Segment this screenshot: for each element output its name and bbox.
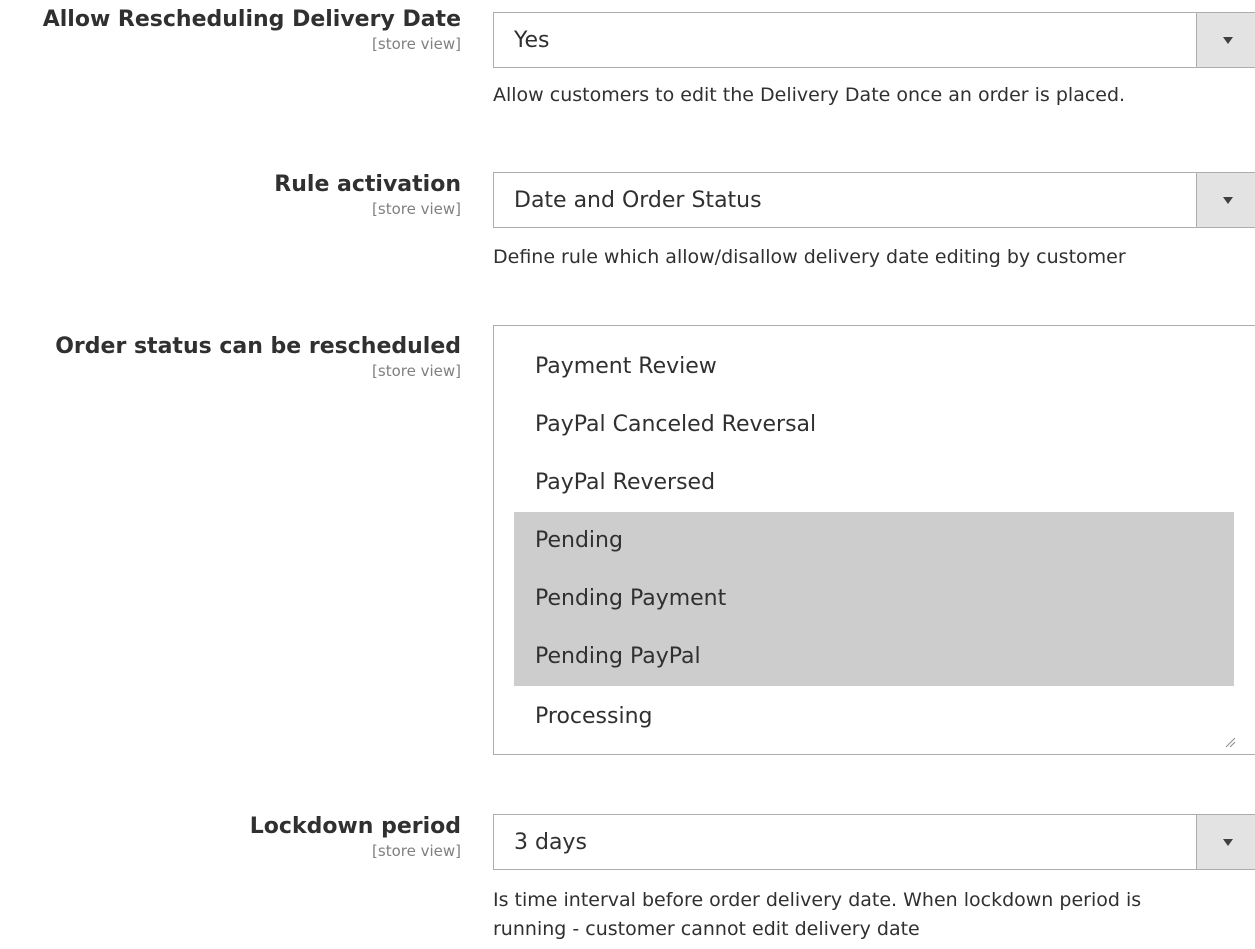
field-label: Rule activation: [274, 172, 461, 197]
field-note-line-2: running - customer cannot edit delivery …: [493, 918, 920, 940]
resize-handle-icon[interactable]: [1224, 736, 1236, 748]
field-label-group: Allow Rescheduling Delivery Date [store …: [43, 6, 461, 54]
multiselect-option[interactable]: Payment Review: [514, 338, 1234, 396]
multiselect-option-selected[interactable]: Pending Payment: [514, 570, 1234, 628]
order-status-multiselect[interactable]: Payment Review PayPal Canceled Reversal …: [493, 325, 1255, 755]
select-value: Date and Order Status: [514, 188, 762, 213]
multiselect-option-selected[interactable]: Pending PayPal: [514, 628, 1234, 686]
scope-label: [store view]: [372, 200, 461, 218]
lockdown-period-select[interactable]: 3 days: [493, 814, 1255, 870]
select-value: 3 days: [514, 830, 587, 855]
field-note: Allow customers to edit the Delivery Dat…: [493, 84, 1126, 106]
field-label-group: Order status can be rescheduled [store v…: [55, 333, 461, 381]
multiselect-option[interactable]: PayPal Canceled Reversal: [514, 396, 1234, 454]
field-note-line-1: Is time interval before order delivery d…: [493, 889, 1142, 911]
field-label: Allow Rescheduling Delivery Date: [42, 7, 461, 32]
field-label-group: Rule activation [store view]: [274, 171, 461, 219]
allow-rescheduling-select[interactable]: Yes: [493, 12, 1255, 68]
field-label: Lockdown period: [249, 814, 461, 839]
rule-activation-select[interactable]: Date and Order Status: [493, 172, 1255, 228]
chevron-down-icon: [1223, 37, 1233, 44]
select-arrow-button[interactable]: [1196, 173, 1255, 227]
select-arrow-button[interactable]: [1196, 815, 1255, 869]
select-value: Yes: [514, 28, 550, 53]
field-label-group: Lockdown period [store view]: [250, 813, 461, 861]
chevron-down-icon: [1223, 197, 1233, 204]
field-note: Define rule which allow/disallow deliver…: [493, 246, 1126, 268]
multiselect-option-selected[interactable]: Pending: [514, 512, 1234, 570]
chevron-down-icon: [1223, 839, 1233, 846]
field-label: Order status can be rescheduled: [55, 334, 461, 359]
select-arrow-button[interactable]: [1196, 13, 1255, 67]
multiselect-option[interactable]: Processing: [514, 688, 1234, 746]
scope-label: [store view]: [372, 35, 461, 53]
multiselect-option[interactable]: PayPal Reversed: [514, 454, 1234, 512]
scope-label: [store view]: [372, 842, 461, 860]
scope-label: [store view]: [372, 362, 461, 380]
